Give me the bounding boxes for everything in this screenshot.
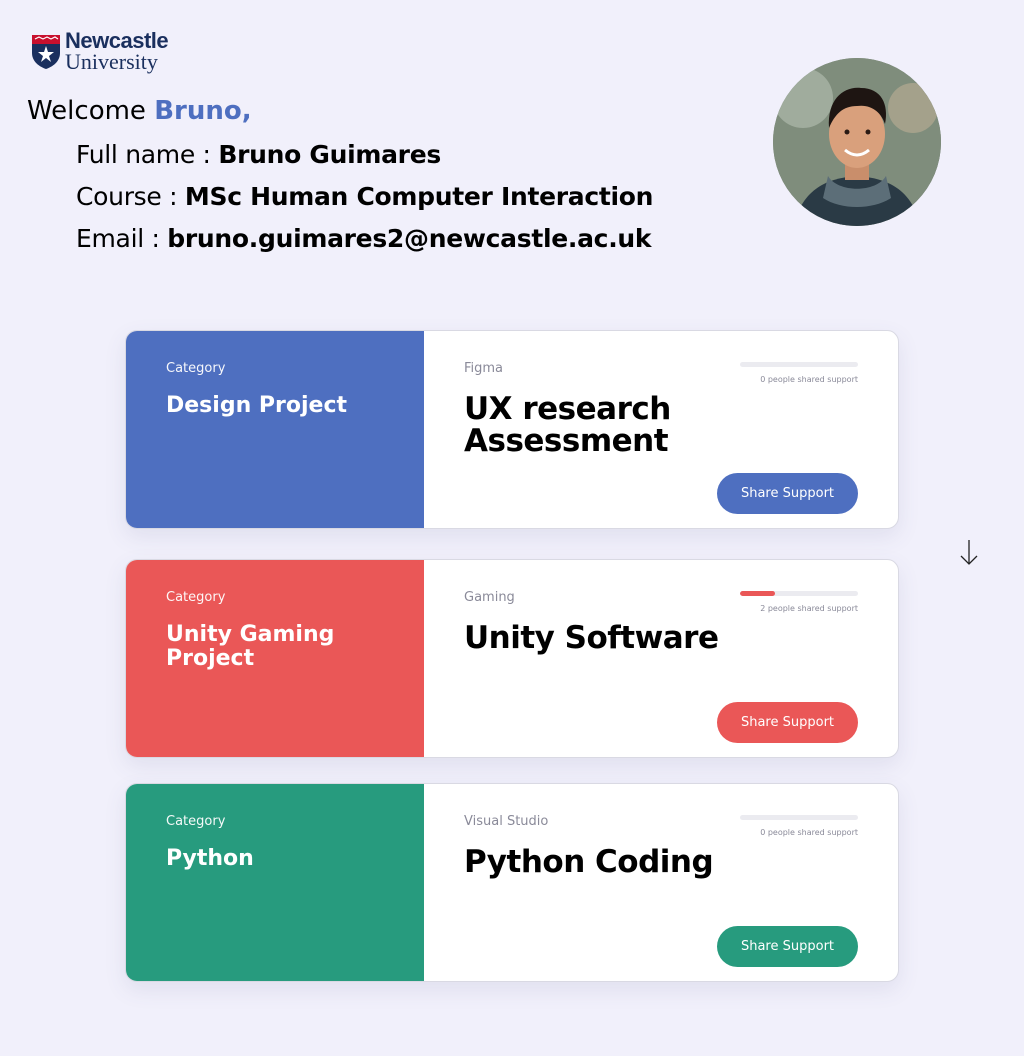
project-title: Python Coding xyxy=(464,844,714,880)
email-value: bruno.guimares2@newcastle.ac.uk xyxy=(167,224,652,253)
support-progress-bar xyxy=(740,815,858,820)
category-label: Category xyxy=(166,814,226,829)
share-support-button[interactable]: Share Support xyxy=(717,473,858,514)
share-support-button[interactable]: Share Support xyxy=(717,926,858,967)
full-name-row: Full name : Bruno Guimares xyxy=(76,140,441,169)
card-category-panel: Category Python xyxy=(126,784,424,981)
card-category-panel: Category Unity Gaming Project xyxy=(126,560,424,757)
support-count-text: 0 people shared support xyxy=(760,828,858,837)
page: Newcastle University Welcome Bruno, Full… xyxy=(0,0,1024,1056)
full-name-value: Bruno Guimares xyxy=(218,140,441,169)
support-count-text: 0 people shared support xyxy=(760,375,858,384)
support-progress-bar xyxy=(740,362,858,367)
card-details: Visual Studio Python Coding 0 people sha… xyxy=(424,784,898,981)
arrow-down-icon[interactable] xyxy=(958,538,980,568)
course-value: MSc Human Computer Interaction xyxy=(184,182,654,211)
email-row: Email : bruno.guimares2@newcastle.ac.uk xyxy=(76,224,652,253)
card-details: Figma UX research Assessment 0 people sh… xyxy=(424,331,898,528)
project-card-python: Category Python Visual Studio Python Cod… xyxy=(125,783,899,982)
support-progress-fill xyxy=(740,591,776,596)
project-card-design: Category Design Project Figma UX researc… xyxy=(125,330,899,529)
course-row: Course : MSc Human Computer Interaction xyxy=(76,182,653,211)
full-name-label: Full name : xyxy=(76,140,219,169)
support-count-text: 2 people shared support xyxy=(760,604,858,613)
project-title: Unity Software xyxy=(464,620,719,656)
university-logo[interactable]: Newcastle University xyxy=(30,30,169,74)
category-label: Category xyxy=(166,361,226,376)
project-card-unity: Category Unity Gaming Project Gaming Uni… xyxy=(125,559,899,758)
category-name: Unity Gaming Project xyxy=(166,622,335,671)
welcome-heading: Welcome Bruno, xyxy=(27,96,252,126)
avatar[interactable] xyxy=(773,58,941,226)
category-name: Design Project xyxy=(166,393,347,418)
share-support-button[interactable]: Share Support xyxy=(717,702,858,743)
category-name: Python xyxy=(166,846,254,871)
university-crest-icon xyxy=(32,34,60,69)
project-title: UX research Assessment xyxy=(464,391,671,459)
card-category-panel: Category Design Project xyxy=(126,331,424,528)
email-label: Email : xyxy=(76,224,168,253)
course-label: Course : xyxy=(76,182,185,211)
avatar-photo xyxy=(773,58,941,226)
card-details: Gaming Unity Software 2 people shared su… xyxy=(424,560,898,757)
welcome-greeting: Welcome xyxy=(27,96,155,126)
support-progress-bar xyxy=(740,591,858,596)
welcome-name: Bruno, xyxy=(154,96,252,126)
category-label: Category xyxy=(166,590,226,605)
logo-line-university: University xyxy=(65,49,158,74)
